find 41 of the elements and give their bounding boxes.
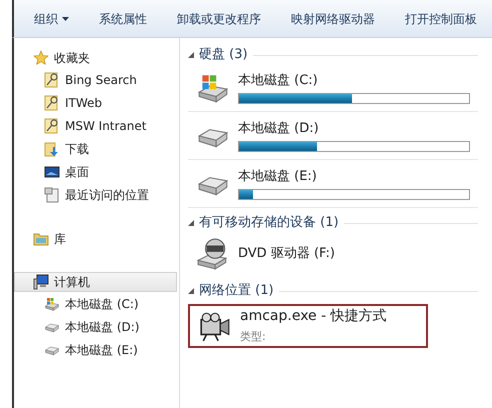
web-link-icon xyxy=(44,118,60,134)
web-link-icon xyxy=(44,72,60,88)
drive-tile[interactable]: DVD 驱动器 (F:) xyxy=(188,232,478,276)
nav-item[interactable]: ITWeb xyxy=(14,91,179,114)
section-header: 网络位置 (1) xyxy=(199,282,274,300)
toolbar-button[interactable]: 卸载或更改程序 xyxy=(177,10,261,28)
nav-item[interactable]: 下载 xyxy=(14,137,179,160)
toolbar-button[interactable]: 系统属性 xyxy=(99,10,147,28)
folder-download-icon xyxy=(44,140,60,156)
drive-tile[interactable]: amcap.exe - 快捷方式 类型: xyxy=(188,304,428,348)
collapse-triangle-icon[interactable] xyxy=(188,220,194,226)
nav-item[interactable]: Bing Search xyxy=(14,68,179,91)
library-folder-icon xyxy=(33,231,49,247)
section-header: 硬盘 (3) xyxy=(199,46,248,64)
nav-item[interactable]: MSW Intranet xyxy=(14,114,179,137)
nav-item[interactable]: 库 xyxy=(14,229,177,249)
toolbar-button[interactable]: 组织 xyxy=(34,10,69,28)
nav-item[interactable]: 计算机 xyxy=(14,272,177,292)
drive-tile[interactable]: 本地磁盘 (D:) xyxy=(188,112,478,160)
dvd-drive-icon xyxy=(196,237,230,271)
drive-tile[interactable]: 本地磁盘 (E:) xyxy=(188,160,478,208)
toolbar-button[interactable]: 映射网络驱动器 xyxy=(291,10,375,28)
collapse-triangle-icon[interactable] xyxy=(188,288,194,294)
drive-tile[interactable]: 本地磁盘 (C:) xyxy=(188,64,478,112)
nav-item[interactable]: 本地磁盘 (C:) xyxy=(14,292,179,315)
computer-icon xyxy=(33,274,49,290)
system-drive-icon xyxy=(44,296,60,312)
item-detail: 类型: xyxy=(240,329,267,346)
nav-item[interactable]: 最近访问的位置 xyxy=(14,183,179,206)
dropdown-caret-icon xyxy=(62,16,69,20)
collapse-triangle-icon[interactable] xyxy=(188,52,194,58)
nav-item[interactable]: 本地磁盘 (E:) xyxy=(14,338,179,361)
section-header: 有可移动存储的设备 (1) xyxy=(199,214,339,232)
nav-item[interactable]: 本地磁盘 (D:) xyxy=(14,315,179,338)
toolbar-button[interactable]: 打开控制面板 xyxy=(405,10,477,28)
nav-item[interactable]: 收藏夹 xyxy=(14,48,177,68)
nav-item[interactable]: 桌面 xyxy=(14,160,179,183)
desktop-icon xyxy=(44,164,60,180)
web-link-icon xyxy=(44,94,60,110)
star-icon xyxy=(33,50,49,66)
recent-places-icon xyxy=(44,186,60,202)
